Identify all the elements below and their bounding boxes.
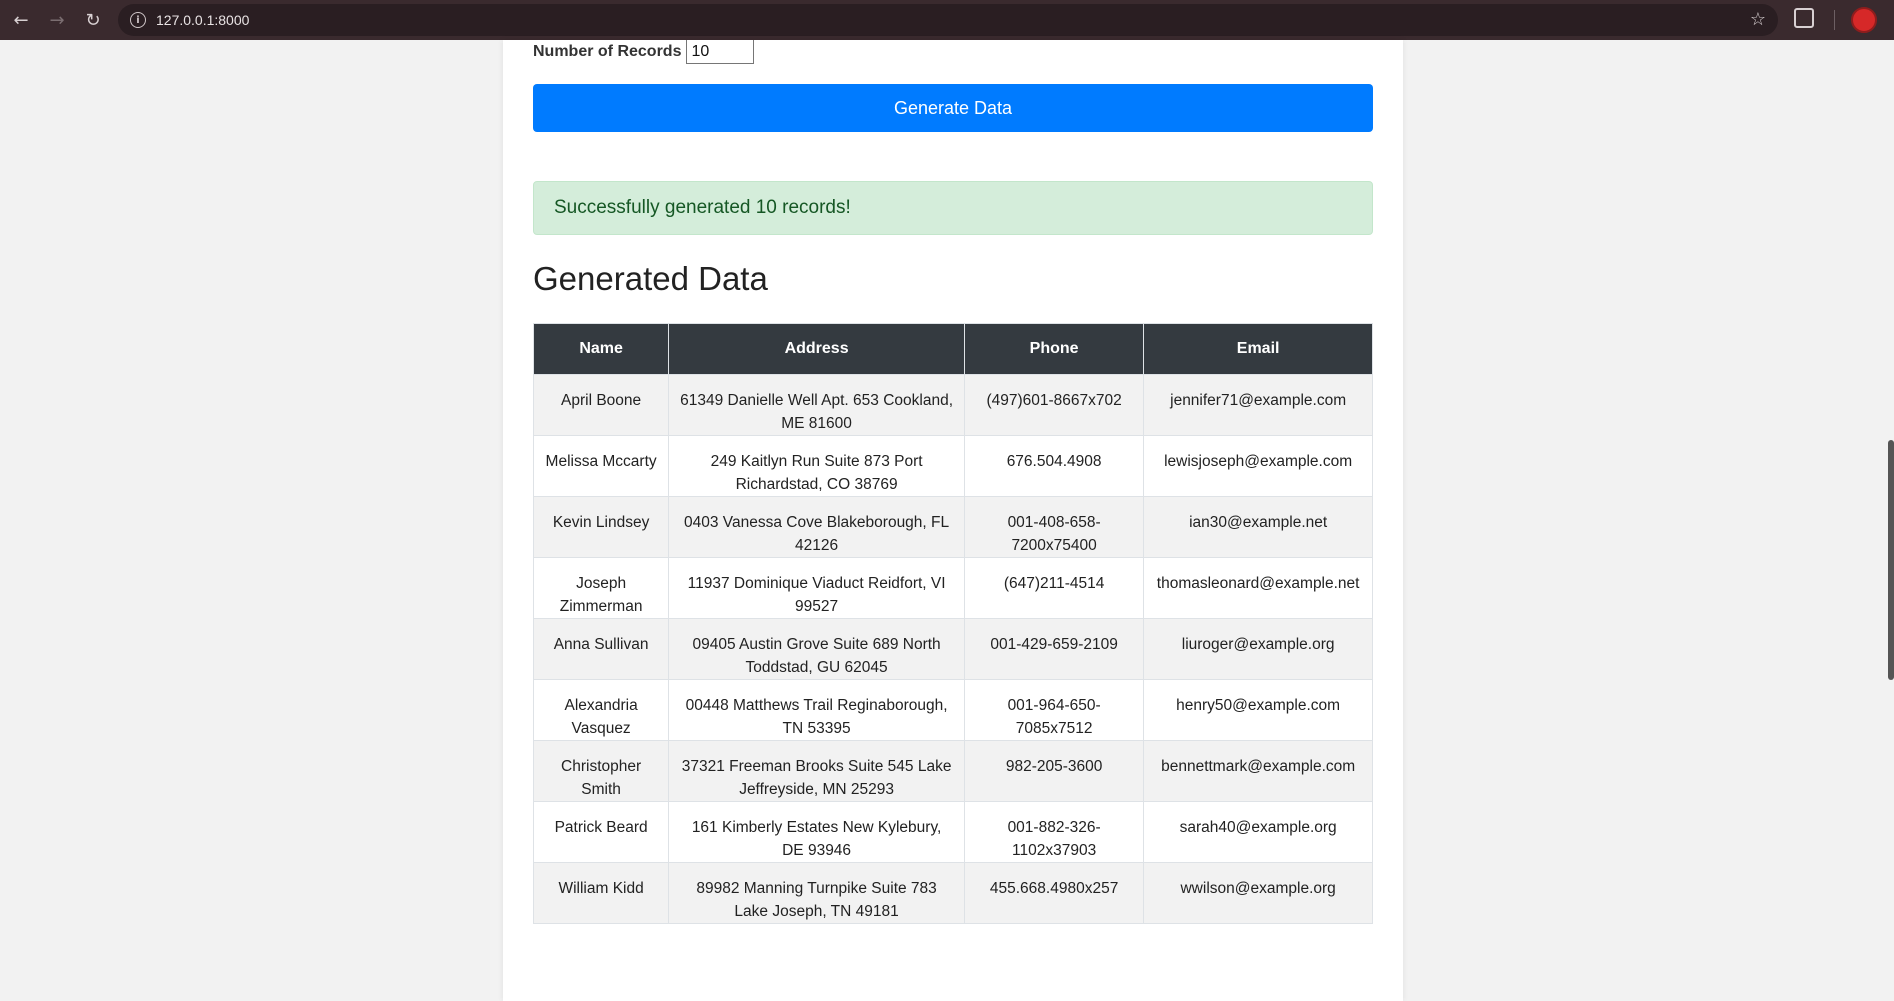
cell-name: Joseph Zimmerman	[532, 557, 670, 619]
table-row: Kevin Lindsey 0403 Vanessa Cove Blakebor…	[532, 496, 1373, 558]
table-row: April Boone 61349 Danielle Well Apt. 653…	[532, 374, 1373, 436]
records-label: Number of Records	[533, 43, 682, 60]
table-row: Alexandria Vasquez 00448 Matthews Trail …	[532, 679, 1373, 741]
cell-address: 0403 Vanessa Cove Blakeborough, FL 42126	[668, 496, 965, 558]
cell-address: 61349 Danielle Well Apt. 653 Cookland, M…	[668, 374, 965, 436]
extensions-puzzle-icon[interactable]	[1794, 8, 1814, 28]
cell-email: liuroger@example.org	[1143, 618, 1373, 680]
cell-email: henry50@example.com	[1143, 679, 1373, 741]
header-phone: Phone	[963, 323, 1145, 375]
section-title: Generated Data	[533, 260, 768, 297]
page-viewport: Number of Records Generate Data Successf…	[0, 40, 1894, 1001]
cell-name: Melissa Mccarty	[532, 435, 670, 497]
cell-address: 89982 Manning Turnpike Suite 783 Lake Jo…	[668, 862, 965, 924]
back-arrow-icon[interactable]: ←	[6, 5, 36, 35]
toolbar-divider	[1834, 10, 1835, 30]
table-row: Christopher Smith 37321 Freeman Brooks S…	[532, 740, 1373, 802]
cell-name: Patrick Beard	[532, 801, 670, 863]
cell-name: Anna Sullivan	[532, 618, 670, 680]
cell-name: Christopher Smith	[532, 740, 670, 802]
url-text[interactable]: 127.0.0.1:8000	[156, 12, 249, 28]
generated-data-table: Name Address Phone Email April Boone 613…	[532, 323, 1373, 924]
cell-phone: 982-205-3600	[963, 740, 1145, 802]
address-bar[interactable]: i 127.0.0.1:8000 ☆	[118, 4, 1778, 36]
table-row: Joseph Zimmerman 11937 Dominique Viaduct…	[532, 557, 1373, 619]
cell-name: William Kidd	[532, 862, 670, 924]
cell-phone: 455.668.4980x257	[963, 862, 1145, 924]
table-row: William Kidd 89982 Manning Turnpike Suit…	[532, 862, 1373, 924]
cell-email: sarah40@example.org	[1143, 801, 1373, 863]
cell-name: Kevin Lindsey	[532, 496, 670, 558]
cell-address: 00448 Matthews Trail Reginaborough, TN 5…	[668, 679, 965, 741]
cell-address: 09405 Austin Grove Suite 689 North Todds…	[668, 618, 965, 680]
reload-icon[interactable]: ↻	[78, 5, 108, 35]
header-address: Address	[668, 323, 965, 375]
cell-address: 37321 Freeman Brooks Suite 545 Lake Jeff…	[668, 740, 965, 802]
header-name: Name	[532, 323, 670, 375]
browser-toolbar: ← → ↻ i 127.0.0.1:8000 ☆	[0, 0, 1894, 40]
cell-email: jennifer71@example.com	[1143, 374, 1373, 436]
forward-arrow-icon[interactable]: →	[42, 5, 72, 35]
table-row: Melissa Mccarty 249 Kaitlyn Run Suite 87…	[532, 435, 1373, 497]
cell-address: 161 Kimberly Estates New Kylebury, DE 93…	[668, 801, 965, 863]
cell-name: Alexandria Vasquez	[532, 679, 670, 741]
table-row: Patrick Beard 161 Kimberly Estates New K…	[532, 801, 1373, 863]
cell-phone: 001-964-650-7085x7512	[963, 679, 1145, 741]
header-email: Email	[1143, 323, 1373, 375]
site-info-icon[interactable]: i	[130, 12, 146, 28]
cell-phone: 001-882-326-1102x37903	[963, 801, 1145, 863]
cell-email: bennettmark@example.com	[1143, 740, 1373, 802]
cell-address: 11937 Dominique Viaduct Reidfort, VI 995…	[668, 557, 965, 619]
generate-data-button[interactable]: Generate Data	[533, 84, 1373, 132]
content-card: Number of Records Generate Data Successf…	[503, 40, 1403, 1001]
cell-email: ian30@example.net	[1143, 496, 1373, 558]
profile-avatar[interactable]	[1851, 7, 1877, 33]
cell-phone: 676.504.4908	[963, 435, 1145, 497]
cell-address: 249 Kaitlyn Run Suite 873 Port Richardst…	[668, 435, 965, 497]
bookmark-star-icon[interactable]: ☆	[1750, 9, 1766, 30]
records-input[interactable]	[686, 40, 755, 64]
cell-phone: 001-429-659-2109	[963, 618, 1145, 680]
success-alert: Successfully generated 10 records!	[533, 181, 1373, 235]
cell-email: lewisjoseph@example.com	[1143, 435, 1373, 497]
cell-name: April Boone	[532, 374, 670, 436]
cell-email: wwilson@example.org	[1143, 862, 1373, 924]
cell-phone: (647)211-4514	[963, 557, 1145, 619]
cell-phone: 001-408-658-7200x75400	[963, 496, 1145, 558]
cell-phone: (497)601-8667x702	[963, 374, 1145, 436]
table-row: Anna Sullivan 09405 Austin Grove Suite 6…	[532, 618, 1373, 680]
cell-email: thomasleonard@example.net	[1143, 557, 1373, 619]
page-scrollbar[interactable]	[1888, 440, 1894, 680]
records-row: Number of Records	[533, 40, 755, 64]
table-header-row: Name Address Phone Email	[532, 323, 1373, 375]
